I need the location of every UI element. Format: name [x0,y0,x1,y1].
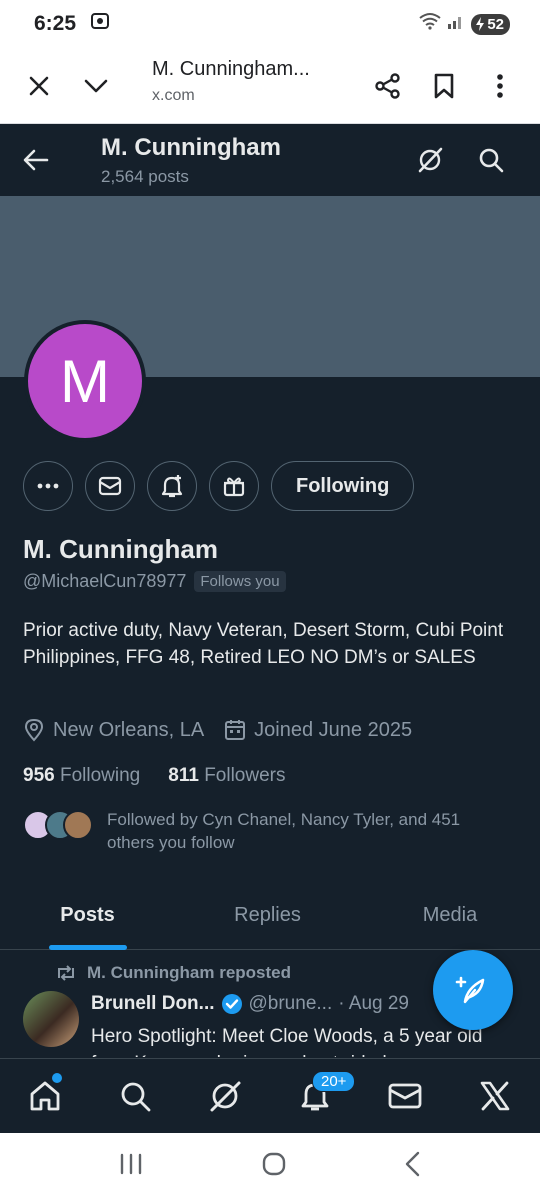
tab-media[interactable]: Media [360,880,540,950]
followers-count: 811 [168,765,199,786]
nav-home[interactable] [0,1059,90,1133]
status-time: 6:25 [34,12,77,35]
more-vertical-icon[interactable] [472,56,528,116]
following-count: 956 [23,765,55,786]
followed-by-row[interactable]: Followed by Cyn Chanel, Nancy Tyler, and… [23,808,507,854]
chevron-down-icon[interactable] [66,56,126,116]
nav-x-premium[interactable] [450,1059,540,1133]
profile-meta: New Orleans, LA Joined June 2025 [23,718,412,742]
repost-indicator: M. Cunningham reposted [55,963,291,983]
profile-bio: Prior active duty, Navy Veteran, Desert … [23,620,504,668]
more-options-button[interactable] [23,461,73,511]
nav-notifications[interactable]: 20+ [270,1059,360,1133]
grok-icon [210,1081,241,1112]
tab-label: Media [422,903,478,926]
gift-icon [223,477,245,497]
home-button-icon[interactable] [261,1151,287,1182]
location-pin-icon [24,718,44,742]
follows-you-badge: Follows you [194,571,286,592]
profile-handle: @MichaelCun78977 [23,571,187,591]
calendar-icon [225,720,246,740]
envelope-icon [388,1083,422,1109]
screenshot-icon [90,11,110,37]
home-unread-dot [52,1073,62,1083]
notification-badge: 20+ [312,1071,356,1092]
charging-icon [476,17,485,31]
mutual-avatar [63,810,93,840]
battery-indicator: 52 [471,13,510,35]
recent-apps-icon[interactable] [118,1153,144,1180]
status-bar: 6:25 52 [0,0,540,48]
url-display[interactable]: M. Cunningham... x.com [152,58,310,105]
page-title: M. Cunningham... [152,58,310,80]
following-label: Following [59,765,141,786]
grok-icon[interactable] [408,138,452,182]
tab-posts[interactable]: Posts [0,880,175,950]
tweet-author-name[interactable]: Brunell Don... [91,993,215,1015]
following-button[interactable]: Following [271,461,415,511]
close-icon[interactable] [9,56,69,116]
x-logo-icon [480,1081,510,1111]
profile-top-bar: M. Cunningham 2,564 posts [0,124,540,196]
tab-label: Replies [234,903,301,926]
url-host: x.com [152,87,195,104]
message-button[interactable] [85,461,135,511]
tweet-author-avatar[interactable] [23,991,79,1047]
search-icon [121,1082,151,1112]
nav-messages[interactable] [360,1059,450,1133]
back-arrow-icon[interactable] [14,138,58,182]
follow-stats: 956 Following 811 Followers [23,765,286,787]
more-horizontal-icon [37,483,59,489]
envelope-icon [98,476,122,496]
header-post-count: 2,564 posts [101,167,189,186]
verified-badge-icon [221,994,242,1014]
signal-icon [447,12,465,36]
nav-explore[interactable] [90,1059,180,1133]
home-icon [30,1081,60,1111]
profile-name: M. Cunningham [23,534,218,564]
tweet-text[interactable]: Hero Spotlight: Meet Cloe Woods, a 5 yea… [91,1023,511,1057]
bookmark-icon[interactable] [416,56,472,116]
browser-toolbar: M. Cunningham... x.com [0,48,540,124]
nav-grok[interactable] [180,1059,270,1133]
back-chevron-icon[interactable] [404,1151,422,1182]
gift-button[interactable] [209,461,259,511]
tweet-author-handle: @brune... [248,993,333,1014]
active-tab-indicator [48,945,127,950]
bell-plus-icon [161,475,183,498]
share-icon[interactable] [360,56,416,116]
followers-stat[interactable]: 811 Followers [168,765,285,787]
profile-joined: Joined June 2025 [254,718,413,741]
compose-button[interactable] [433,950,513,1030]
tweet-header: Brunell Don... @brune... · Aug 29 [91,993,409,1015]
tab-label: Posts [60,903,115,926]
bottom-navigation: 20+ [0,1058,540,1133]
battery-level: 52 [487,15,504,33]
followers-label: Followers [204,765,286,786]
handle-row: @MichaelCun78977 Follows you [23,571,286,592]
wifi-icon [419,12,441,36]
profile-location: New Orleans, LA [53,718,205,741]
repost-icon [58,965,74,981]
system-navigation [0,1133,540,1200]
mutual-avatars [23,808,95,842]
followed-by-text: Followed by Cyn Chanel, Nancy Tyler, and… [107,810,461,852]
search-icon[interactable] [469,138,513,182]
notify-button[interactable] [147,461,197,511]
compose-feather-icon [455,976,485,1004]
avatar[interactable]: M [24,320,146,442]
header-name: M. Cunningham [101,134,281,161]
following-stat[interactable]: 956 Following [23,765,140,787]
profile-tabs: Posts Replies Media [0,880,540,950]
tab-replies[interactable]: Replies [175,880,360,950]
profile-actions: Following [23,461,415,511]
repost-label: M. Cunningham reposted [87,963,291,982]
tweet-date: · Aug 29 [338,993,409,1014]
